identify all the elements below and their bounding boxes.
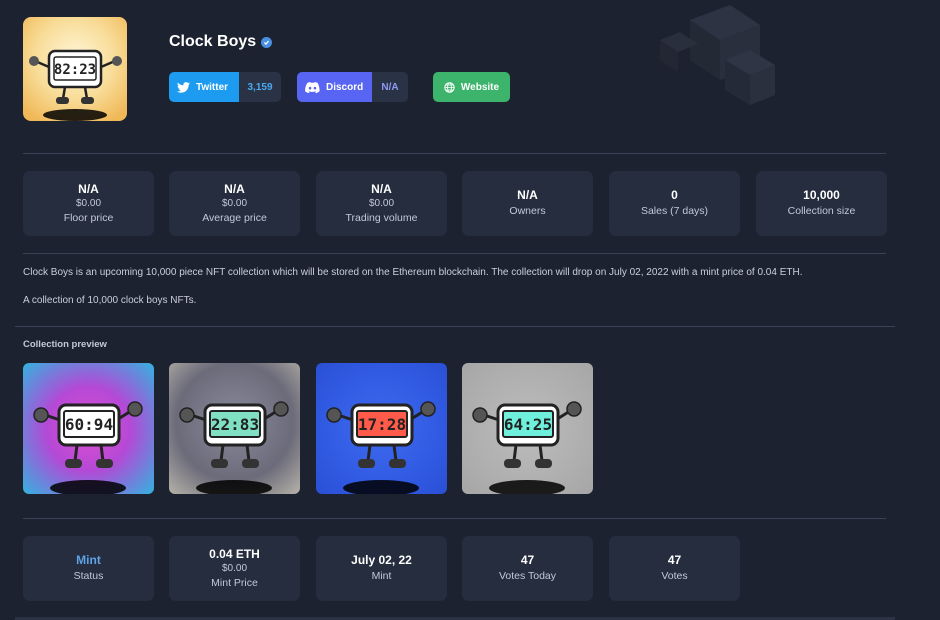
mint-date-value: July 02, 22	[351, 553, 412, 567]
clock-boy-illustration: 64:25	[472, 401, 582, 494]
mint-label: Mint Price	[211, 576, 258, 589]
description-paragraph: Clock Boys is an upcoming 10,000 piece N…	[23, 267, 803, 278]
twitter-icon	[177, 81, 190, 93]
stat-label: Sales (7 days)	[640, 205, 709, 217]
stat-label: Owners	[509, 205, 546, 217]
preview-clock-text: 22:83	[211, 415, 259, 434]
stat-value: N/A	[517, 188, 538, 202]
votes-value: 47	[667, 553, 682, 567]
preview-clock-text: 64:25	[504, 415, 552, 434]
preview-clock-text: 60:94	[65, 415, 113, 434]
divider	[23, 153, 886, 154]
stat-card-floor-price: N/A $0.00 Floor price	[23, 171, 154, 236]
collection-title: Clock Boys	[169, 33, 273, 51]
decorative-cube-graphic	[650, 0, 790, 120]
website-button[interactable]: Website	[433, 72, 510, 102]
discord-icon	[305, 81, 320, 93]
mint-card-votes: 47 Votes	[609, 536, 740, 601]
stat-card-trading-volume: N/A $0.00 Trading volume	[316, 171, 447, 236]
preview-image[interactable]: 60:94	[23, 363, 154, 494]
stat-label: Collection size	[787, 205, 856, 217]
clock-boy-illustration: 22:83	[179, 401, 289, 494]
mint-label: Mint	[371, 570, 392, 582]
stat-usd: $0.00	[221, 197, 248, 209]
preview-image[interactable]: 22:83	[169, 363, 300, 494]
votes-today-value: 47	[520, 553, 535, 567]
divider	[23, 253, 886, 254]
collection-preview-label: Collection preview	[23, 339, 107, 350]
stat-value: N/A	[78, 181, 99, 196]
stat-value: N/A	[371, 181, 392, 196]
globe-icon	[444, 81, 455, 93]
mint-price-usd: $0.00	[221, 562, 248, 574]
discord-label: Discord	[326, 81, 364, 93]
discord-member-count: N/A	[372, 72, 408, 102]
avatar-clock-text: 82:23	[54, 62, 96, 78]
twitter-button[interactable]: Twitter 3,159	[169, 72, 281, 102]
collection-avatar: 82:23	[23, 17, 127, 121]
mint-price-value: 0.04 ETH	[209, 546, 260, 561]
preview-clock-text: 17:28	[358, 415, 406, 434]
stat-usd: $0.00	[368, 197, 395, 209]
description-paragraph: A collection of 10,000 clock boys NFTs.	[23, 295, 197, 306]
clock-boy-illustration: 17:28	[326, 401, 436, 494]
stat-card-sales-7-days: 0 Sales (7 days)	[609, 171, 740, 236]
mint-label: Votes	[661, 570, 688, 582]
discord-button[interactable]: Discord N/A	[297, 72, 408, 102]
mint-label: Status	[73, 570, 104, 582]
stat-value: 0	[671, 188, 678, 202]
mint-card-votes-today: 47 Votes Today	[462, 536, 593, 601]
website-label: Website	[460, 81, 500, 93]
mint-status-value: Mint	[76, 553, 101, 567]
divider	[23, 518, 886, 519]
twitter-follower-count: 3,159	[239, 72, 281, 102]
collection-name: Clock Boys	[169, 33, 257, 50]
preview-image[interactable]: 17:28	[316, 363, 447, 494]
verified-badge-icon	[261, 36, 273, 48]
stat-label: Average price	[202, 211, 267, 224]
divider	[15, 326, 895, 327]
preview-image[interactable]: 64:25	[462, 363, 593, 494]
stat-card-collection-size: 10,000 Collection size	[756, 171, 887, 236]
stat-usd: $0.00	[75, 197, 102, 209]
stat-value: N/A	[224, 181, 245, 196]
mint-label: Votes Today	[498, 570, 557, 582]
stat-card-average-price: N/A $0.00 Average price	[169, 171, 300, 236]
mint-card-price: 0.04 ETH $0.00 Mint Price	[169, 536, 300, 601]
mint-card-date: July 02, 22 Mint	[316, 536, 447, 601]
stat-card-owners: N/A Owners	[462, 171, 593, 236]
mint-card-status: Mint Status	[23, 536, 154, 601]
stat-label: Trading volume	[345, 211, 418, 224]
stat-value: 10,000	[803, 188, 840, 202]
stat-label: Floor price	[63, 211, 114, 224]
clock-boy-illustration: 60:94	[33, 401, 143, 494]
twitter-label: Twitter	[196, 81, 229, 93]
